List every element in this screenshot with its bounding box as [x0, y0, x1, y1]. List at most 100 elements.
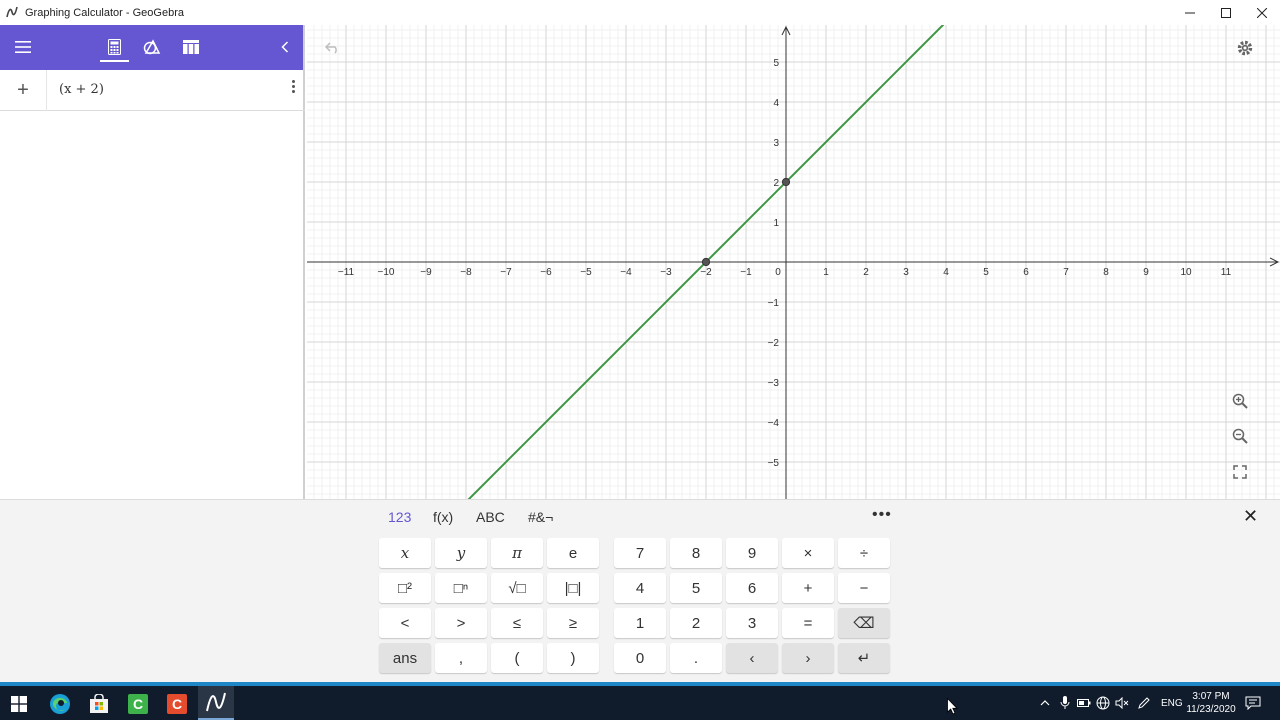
tab-algebra-calculator-icon[interactable] [100, 33, 128, 61]
algebra-input-field[interactable]: (x + 2) [59, 82, 104, 97]
title-bar: Graphing Calculator - GeoGebra [0, 0, 1280, 25]
language-indicator[interactable]: ENG [1161, 698, 1183, 709]
collapse-panel-chevron-icon[interactable] [271, 33, 299, 61]
kb-key[interactable]: 6 [726, 573, 778, 603]
kb-key[interactable]: 8 [670, 538, 722, 568]
graph-canvas[interactable]: −11 −10 −9 −8 −7 −6 −5 −4 −3 −2 −1 0 1 2 3 4 5 6 7 8 9 10 1154… [307, 25, 1280, 499]
kb-key[interactable]: √□ [491, 573, 543, 603]
kb-key[interactable]: , [435, 643, 487, 673]
x-tick-label: −4 [620, 267, 632, 278]
undo-icon[interactable] [320, 35, 346, 61]
kb-key[interactable]: < [379, 608, 431, 638]
kb-key[interactable]: 3 [726, 608, 778, 638]
kb-key[interactable]: › [782, 643, 834, 673]
kb-key[interactable]: e [547, 538, 599, 568]
kb-key[interactable]: ⌫ [838, 608, 890, 638]
x-tick-label: 4 [943, 267, 949, 278]
x-tick-label: 6 [1023, 267, 1029, 278]
y-tick-label: −1 [768, 298, 780, 309]
x-tick-label: 8 [1103, 267, 1109, 278]
kb-key[interactable]: = [782, 608, 834, 638]
kb-key[interactable]: y [435, 538, 487, 568]
battery-icon[interactable] [1076, 695, 1092, 711]
graph-point [701, 257, 711, 267]
kb-key[interactable]: ‹ [726, 643, 778, 673]
kb-key[interactable]: □² [379, 573, 431, 603]
x-tick-label: 9 [1143, 267, 1149, 278]
hamburger-menu-icon[interactable] [9, 33, 37, 61]
volume-muted-icon[interactable] [1114, 695, 1130, 711]
y-tick-label: −3 [768, 378, 780, 389]
mouse-cursor-icon [947, 697, 958, 720]
kb-key[interactable]: ≥ [547, 608, 599, 638]
svg-text:C: C [133, 696, 143, 712]
network-globe-icon[interactable] [1095, 695, 1111, 711]
notification-icon[interactable] [1244, 694, 1262, 712]
kb-key[interactable]: x [379, 538, 431, 568]
geogebra-taskbar-icon[interactable] [198, 686, 234, 720]
kb-tab-abc[interactable]: ABC [476, 509, 505, 525]
kb-key[interactable]: ≤ [491, 608, 543, 638]
start-windows-icon[interactable] [6, 691, 32, 717]
camtasia-green-icon[interactable]: C [125, 691, 151, 717]
kb-key[interactable]: 9 [726, 538, 778, 568]
kb-key[interactable]: π [491, 538, 543, 568]
camtasia-red-icon[interactable]: C [164, 691, 190, 717]
kb-key[interactable]: + [782, 573, 834, 603]
x-tick-label: 7 [1063, 267, 1069, 278]
tab-tools-icon[interactable] [138, 33, 166, 61]
graphics-view[interactable]: −11 −10 −9 −8 −7 −6 −5 −4 −3 −2 −1 0 1 2 3 4 5 6 7 8 9 10 11 5 4… [307, 25, 1280, 499]
kb-key[interactable]: |□| [547, 573, 599, 603]
kb-key[interactable]: ans [379, 643, 431, 673]
zoom-out-icon[interactable] [1227, 423, 1253, 449]
y-tick-label: 4 [773, 98, 779, 109]
kb-close-button[interactable]: ✕ [1243, 506, 1258, 527]
maximize-button[interactable] [1208, 0, 1244, 25]
kb-key[interactable]: 7 [614, 538, 666, 568]
close-window-button[interactable] [1244, 0, 1280, 25]
kb-tab-123[interactable]: 123 [388, 509, 411, 525]
algebra-input-row[interactable]: + (x + 2) [0, 70, 305, 111]
kb-key[interactable]: 2 [670, 608, 722, 638]
kb-key[interactable]: ÷ [838, 538, 890, 568]
fullscreen-icon[interactable] [1227, 459, 1253, 485]
kb-key[interactable]: ) [547, 643, 599, 673]
pen-icon[interactable] [1136, 695, 1152, 711]
kb-key[interactable]: 0 [614, 643, 666, 673]
minimize-button[interactable] [1172, 0, 1208, 25]
tray-chevron-up-icon[interactable] [1037, 695, 1053, 711]
add-item-button[interactable]: + [0, 70, 47, 111]
kb-key[interactable]: . [670, 643, 722, 673]
kb-key[interactable]: 4 [614, 573, 666, 603]
x-tick-label: −11 [338, 267, 355, 278]
graph-point [781, 177, 791, 187]
kb-key[interactable]: − [838, 573, 890, 603]
more-options-icon[interactable] [285, 74, 301, 98]
settings-gear-icon[interactable] [1232, 35, 1258, 61]
x-tick-label: −7 [500, 267, 512, 278]
kb-key[interactable]: × [782, 538, 834, 568]
windows-taskbar: C C ENG 3:07 PM 11/23/2020 [0, 686, 1280, 720]
store-bag-icon[interactable] [86, 691, 112, 717]
kb-key[interactable]: 1 [614, 608, 666, 638]
kb-key[interactable]: > [435, 608, 487, 638]
geogebra-app-icon [6, 6, 20, 20]
x-tick-label: −5 [580, 267, 592, 278]
kb-key[interactable]: ↵ [838, 643, 890, 673]
kb-key[interactable]: □ⁿ [435, 573, 487, 603]
x-tick-label: −3 [660, 267, 672, 278]
x-tick-label: 1 [823, 267, 829, 278]
kb-tab-symbols[interactable]: #&¬ [528, 509, 553, 525]
y-tick-label: 3 [773, 138, 779, 149]
zoom-in-icon[interactable] [1227, 388, 1253, 414]
kb-more-button[interactable]: ••• [872, 506, 892, 524]
x-tick-label: 10 [1180, 267, 1192, 278]
edge-browser-icon[interactable] [47, 691, 73, 717]
tab-table-icon[interactable] [177, 33, 205, 61]
clock-date: 11/23/2020 [1186, 704, 1236, 715]
kb-tab-fx[interactable]: f(x) [433, 509, 453, 525]
microphone-icon[interactable] [1057, 695, 1073, 711]
kb-key[interactable]: ( [491, 643, 543, 673]
clock[interactable]: 3:07 PM 11/23/2020 [1183, 690, 1239, 716]
kb-key[interactable]: 5 [670, 573, 722, 603]
